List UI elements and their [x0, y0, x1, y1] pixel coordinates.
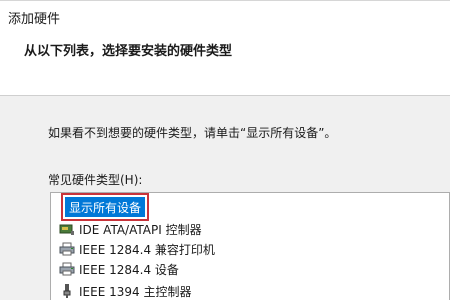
title-bar: 添加硬件 — [0, 0, 450, 32]
window-title: 添加硬件 — [8, 12, 61, 27]
list-item-ieee-device[interactable]: IEEE 1284.4 设备 — [59, 259, 179, 279]
usb-controller-icon — [59, 284, 75, 298]
printer-icon — [59, 242, 75, 256]
list-item-label: 显示所有设备 — [69, 200, 142, 215]
list-item-label: IEEE 1394 主控制器 — [79, 284, 192, 299]
list-item-ieee-printer[interactable]: IEEE 1284.4 兼容打印机 — [59, 239, 215, 259]
instruction-text: 如果看不到想要的硬件类型，请单击“显示所有设备”。 — [48, 126, 337, 140]
hardware-type-label: 常见硬件类型(H): — [48, 173, 143, 187]
list-item-show-all-devices[interactable]: 显示所有设备 — [60, 193, 150, 221]
wizard-content: 如果看不到想要的硬件类型，请单击“显示所有设备”。 常见硬件类型(H): 显示所… — [0, 96, 450, 300]
hardware-type-list[interactable]: 显示所有设备 IDE ATA/ATAPI 控制器 IEEE 1284.4 兼容打… — [50, 192, 450, 300]
wizard-header: 从以下列表，选择要安装的硬件类型 — [0, 32, 450, 96]
printer-icon — [59, 262, 75, 276]
list-item-label: IDE ATA/ATAPI 控制器 — [79, 222, 202, 237]
list-item-label: IEEE 1284.4 设备 — [79, 262, 179, 277]
add-hardware-window: 添加硬件 从以下列表，选择要安装的硬件类型 如果看不到想要的硬件类型，请单击“显… — [0, 0, 450, 300]
wizard-heading: 从以下列表，选择要安装的硬件类型 — [24, 44, 233, 59]
ide-controller-icon — [59, 222, 75, 236]
list-item-label: IEEE 1284.4 兼容打印机 — [79, 242, 215, 257]
list-item-ide-controller[interactable]: IDE ATA/ATAPI 控制器 — [59, 219, 202, 239]
list-item-ieee1394-controller[interactable]: IEEE 1394 主控制器 — [59, 281, 191, 300]
